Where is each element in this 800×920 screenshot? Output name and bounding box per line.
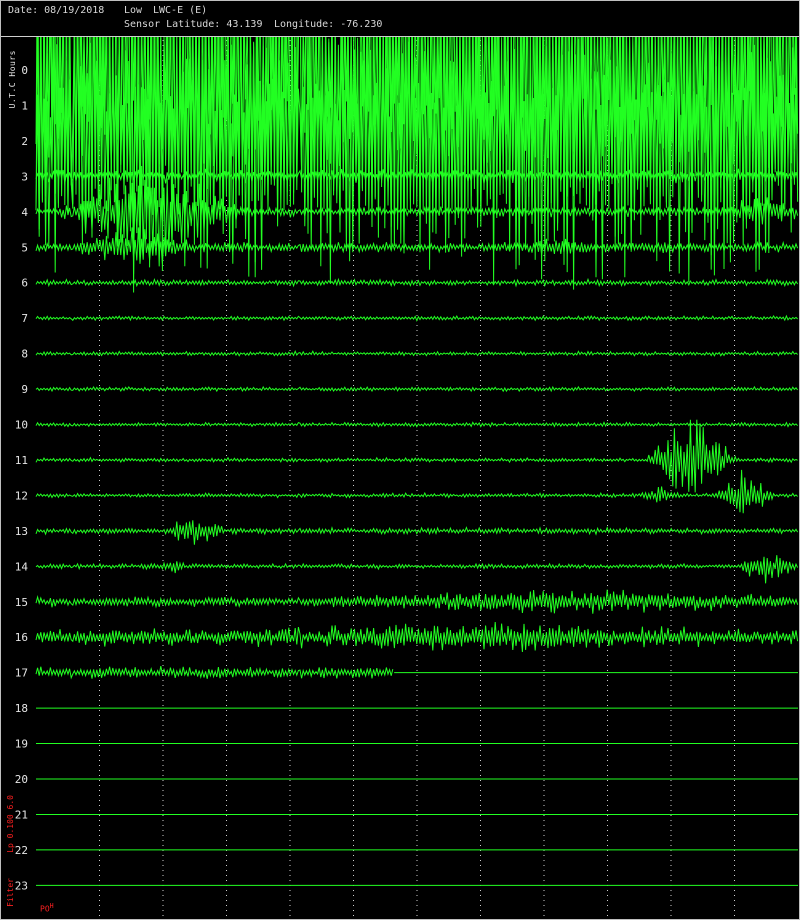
- hour-tick-label: 13: [15, 525, 28, 538]
- hour-tick-label: 14: [15, 560, 29, 573]
- hour-tick-label: 16: [15, 631, 28, 644]
- seismic-trace-hour-10: [35, 421, 798, 428]
- header-divider: [0, 36, 800, 37]
- seismic-traces: [35, 0, 799, 886]
- seismogram-plot: 01234567891011121314151617181920212223: [15, 0, 799, 918]
- seismic-trace-hour-7: [35, 314, 798, 322]
- seismic-trace-hour-17: [35, 666, 394, 680]
- hour-tick-label: 4: [21, 206, 28, 219]
- hour-tick-label: 8: [21, 348, 28, 361]
- hour-tick-label: 7: [21, 312, 28, 325]
- station-label: LWC-E (E): [153, 5, 208, 16]
- hour-tick-label: 5: [21, 241, 28, 254]
- logo-text: POH: [40, 902, 54, 914]
- hour-tick-label: 19: [15, 738, 28, 751]
- hour-tick-label: 6: [21, 277, 28, 290]
- hour-tick-label: 15: [15, 596, 28, 609]
- hour-tick-label: 17: [15, 667, 28, 680]
- logo-superscript: H: [49, 902, 54, 910]
- hour-tick-label: 0: [21, 64, 28, 77]
- gain-label: Low: [124, 5, 143, 16]
- hour-tick-label: 10: [15, 419, 28, 432]
- hour-tick-labels: 01234567891011121314151617181920212223: [15, 64, 29, 892]
- hour-tick-label: 21: [15, 808, 28, 821]
- date-label: Date: 08/19/2018: [8, 5, 105, 16]
- hour-tick-label: 18: [15, 702, 28, 715]
- latitude-label: Sensor Latitude: 43.139: [124, 19, 263, 30]
- hour-tick-label: 23: [15, 879, 28, 892]
- hour-tick-label: 2: [21, 135, 28, 148]
- hour-tick-label: 12: [15, 489, 28, 502]
- hour-tick-label: 1: [21, 99, 28, 112]
- seismic-trace-hour-9: [35, 385, 799, 393]
- hour-tick-label: 20: [15, 773, 28, 786]
- hour-tick-label: 11: [15, 454, 28, 467]
- y-axis-title: U.T.C Hours: [8, 50, 17, 109]
- hour-tick-label: 9: [21, 383, 28, 396]
- seismic-trace-hour-16: [35, 621, 799, 653]
- seismic-trace-hour-13: [35, 520, 799, 545]
- longitude-label: Longitude: -76.230: [274, 19, 383, 30]
- header-bar: Date: 08/19/2018 Low LWC-E (E) Sensor La…: [0, 0, 800, 36]
- hour-tick-label: 3: [21, 170, 28, 183]
- filter-value-label: Lp 0.100 6.0: [6, 795, 15, 853]
- seismic-trace-hour-14: [35, 555, 799, 584]
- filter-label: Filter: [6, 878, 15, 907]
- hour-tick-label: 22: [15, 844, 28, 857]
- logo-main: PO: [40, 904, 50, 914]
